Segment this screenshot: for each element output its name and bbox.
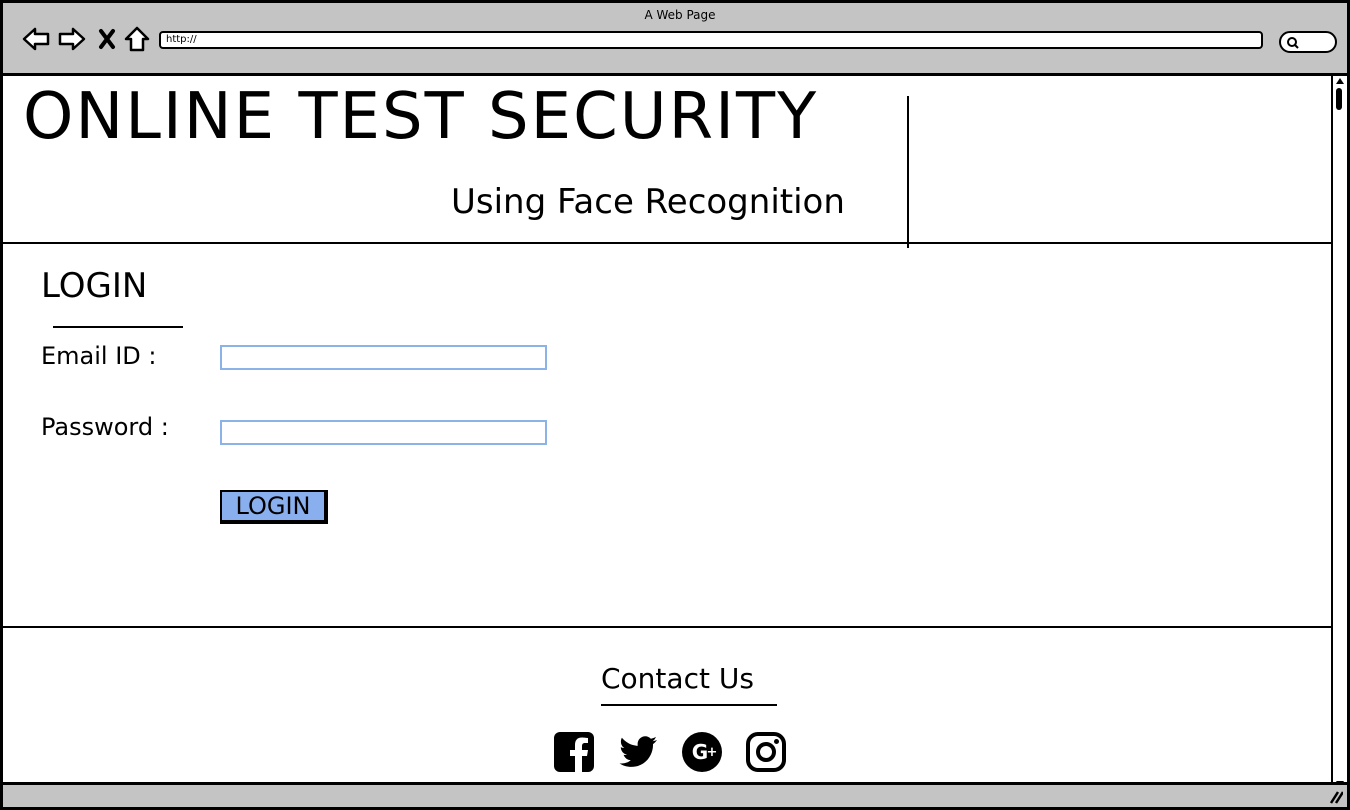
url-bar[interactable]: http:// <box>159 31 1263 49</box>
twitter-icon[interactable] <box>617 731 659 773</box>
email-label: Email ID : <box>41 342 157 370</box>
window-title: A Web Page <box>644 8 716 22</box>
password-label: Password : <box>41 413 169 441</box>
status-bar <box>3 782 1347 807</box>
login-heading: LOGIN <box>41 266 148 306</box>
google-plus-icon[interactable]: G + <box>681 731 723 773</box>
close-icon[interactable] <box>97 25 117 53</box>
page-title: ONLINE TEST SECURITY <box>23 80 819 154</box>
browser-window: A Web Page http:// ONLINE TEST SECURITY … <box>0 0 1350 810</box>
search-box[interactable] <box>1279 31 1337 53</box>
instagram-icon[interactable] <box>745 731 787 773</box>
resize-grip-icon[interactable] <box>1327 790 1343 804</box>
svg-text:+: + <box>707 745 718 760</box>
scroll-up-icon[interactable] <box>1335 77 1345 85</box>
back-icon[interactable] <box>21 25 51 53</box>
contact-us-underline <box>601 704 777 706</box>
header-divider <box>3 242 1333 244</box>
forward-icon[interactable] <box>57 25 87 53</box>
social-links: G + <box>553 731 787 773</box>
footer-divider <box>3 626 1333 628</box>
email-field[interactable] <box>220 345 547 370</box>
facebook-icon[interactable] <box>553 731 595 773</box>
search-icon <box>1287 37 1299 49</box>
page-content: ONLINE TEST SECURITY Using Face Recognit… <box>3 76 1333 784</box>
header-divider-vertical <box>907 96 909 248</box>
page-subtitle: Using Face Recognition <box>451 182 845 222</box>
scrollbar-thumb[interactable] <box>1336 88 1342 110</box>
login-button[interactable]: LOGIN <box>220 490 328 524</box>
password-field[interactable] <box>220 420 547 445</box>
login-heading-underline <box>53 326 183 328</box>
home-icon[interactable] <box>123 25 151 53</box>
vertical-scrollbar[interactable] <box>1331 76 1347 794</box>
browser-toolbar: A Web Page http:// <box>3 3 1347 76</box>
contact-us-heading: Contact Us <box>601 662 754 695</box>
